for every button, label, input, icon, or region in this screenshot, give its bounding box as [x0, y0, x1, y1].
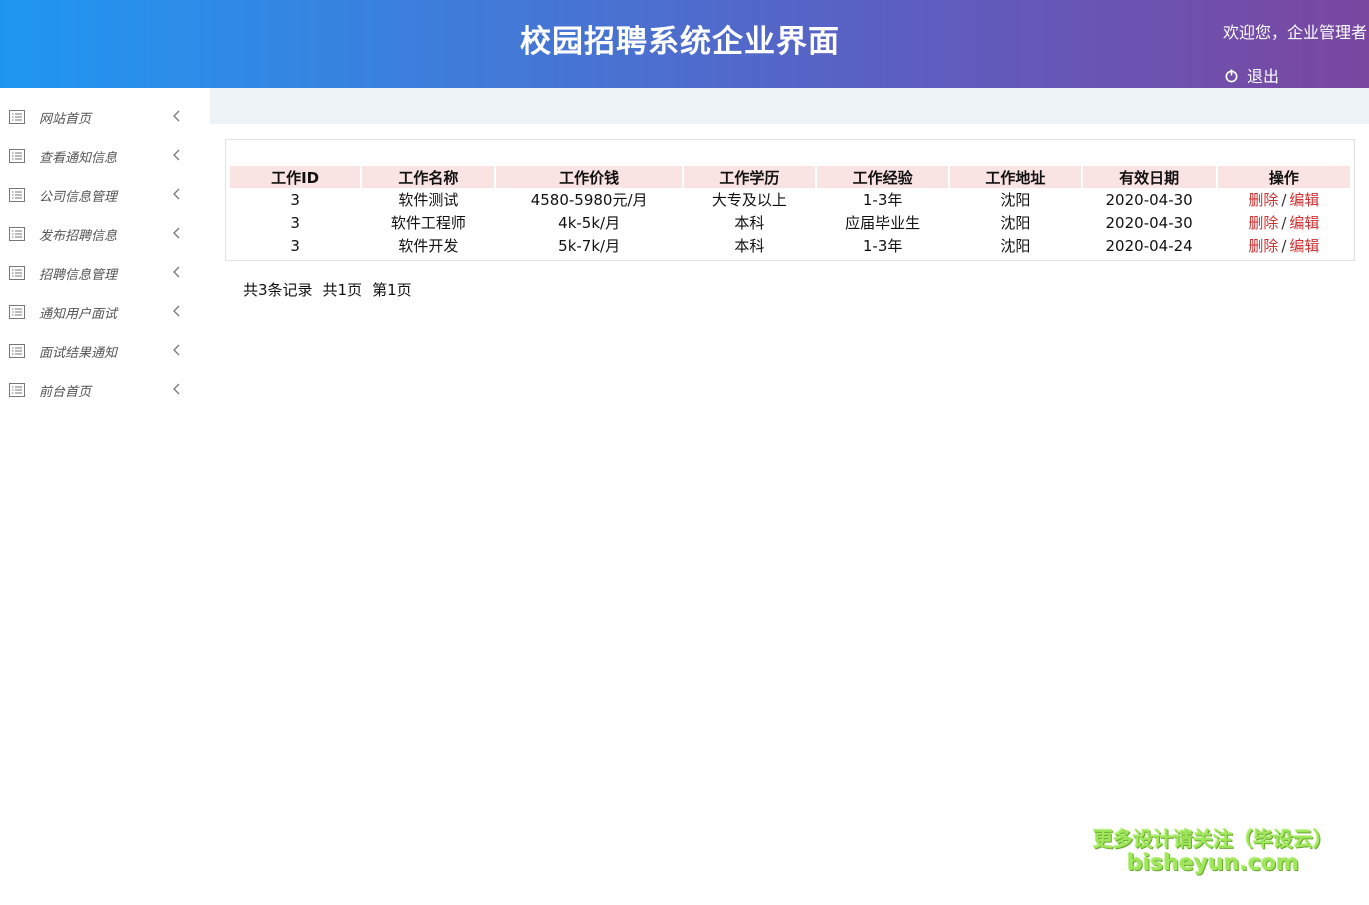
cell-salary: 5k-7k/月	[558, 237, 621, 255]
cell-education: 大专及以上	[711, 191, 787, 209]
cell-address: 沈阳	[1000, 237, 1031, 255]
list-icon	[9, 227, 25, 241]
current-page: 第1页	[372, 281, 412, 299]
sidebar-item-label: 公司信息管理	[39, 190, 118, 205]
cell-job-id: 3	[290, 190, 300, 209]
sidebar-item-notices[interactable]: 查看通知信息	[0, 137, 200, 176]
chevron-left-icon	[173, 149, 180, 161]
total-pages: 共1页	[322, 281, 363, 299]
cell-valid-date: 2020-04-30	[1105, 190, 1193, 209]
sidebar-item-label: 面试结果通知	[39, 346, 118, 361]
sidebar-item-label: 招聘信息管理	[39, 268, 118, 283]
cell-experience: 1-3年	[862, 191, 903, 209]
list-icon	[9, 110, 25, 124]
cell-actions: 删除 / 编辑	[1218, 211, 1350, 234]
cell-valid-date: 2020-04-24	[1105, 236, 1193, 255]
list-icon	[9, 188, 25, 202]
sidebar-item-interview-result[interactable]: 面试结果通知	[0, 332, 200, 371]
cell-experience: 1-3年	[862, 237, 903, 255]
chevron-left-icon	[173, 188, 180, 200]
app-root: 校园招聘系统企业界面 欢迎您，企业管理者 退出 网站首页 查看通知信息 公司信息…	[0, 0, 1369, 905]
cell-job-name: 软件开发	[398, 237, 459, 255]
list-icon	[9, 149, 25, 163]
cell-actions: 删除 / 编辑	[1218, 234, 1350, 257]
cell-job-id: 3	[290, 213, 300, 232]
delete-link[interactable]: 删除	[1248, 214, 1278, 232]
sidebar-item-job-management[interactable]: 招聘信息管理	[0, 254, 200, 293]
cell-job-name: 软件测试	[398, 191, 459, 209]
chevron-left-icon	[173, 305, 180, 317]
cell-salary: 4580-5980元/月	[530, 191, 648, 209]
cell-address: 沈阳	[1000, 191, 1031, 209]
logout-label: 退出	[1247, 67, 1280, 86]
list-icon	[9, 383, 25, 397]
sidebar-item-label: 前台首页	[39, 385, 92, 400]
watermark: 更多设计请关注（毕设云） bisheyun.com	[1083, 827, 1343, 877]
table-row: 3 软件开发 5k-7k/月 本科 1-3年 沈阳 2020-04-24 删除 /…	[230, 234, 1350, 257]
column-header-experience: 工作经验	[817, 166, 949, 188]
cell-address: 沈阳	[1000, 214, 1031, 232]
column-header-valid-date: 有效日期	[1082, 166, 1216, 188]
watermark-line1: 更多设计请关注（毕设云）	[1093, 827, 1333, 851]
sidebar-item-label: 发布招聘信息	[39, 229, 118, 244]
pagination: 共3条记录 共1页 第1页	[243, 279, 422, 300]
delete-link[interactable]: 删除	[1248, 237, 1278, 255]
total-records: 共3条记录	[243, 281, 313, 299]
column-header-salary: 工作价钱	[496, 166, 682, 188]
column-header-address: 工作地址	[950, 166, 1081, 188]
sidebar-item-label: 通知用户面试	[39, 307, 118, 322]
logout-button[interactable]: 退出	[1224, 63, 1279, 87]
table-row: 3 软件测试 4580-5980元/月 大专及以上 1-3年 沈阳 2020-0…	[230, 188, 1350, 211]
chevron-left-icon	[173, 344, 180, 356]
cell-job-name: 软件工程师	[390, 214, 466, 232]
job-list-panel: 工作ID 工作名称 工作价钱 工作学历 工作经验 工作地址 有效日期 操作 3 …	[225, 139, 1355, 261]
column-header-education: 工作学历	[683, 166, 816, 188]
table-header-row: 工作ID 工作名称 工作价钱 工作学历 工作经验 工作地址 有效日期 操作	[230, 166, 1350, 188]
action-separator: /	[1281, 237, 1287, 255]
cell-salary: 4k-5k/月	[558, 214, 621, 232]
column-header-job-name: 工作名称	[362, 166, 495, 188]
cell-actions: 删除 / 编辑	[1218, 188, 1350, 211]
sidebar-item-home[interactable]: 网站首页	[0, 98, 200, 137]
sidebar-item-publish-job[interactable]: 发布招聘信息	[0, 215, 200, 254]
sidebar: 网站首页 查看通知信息 公司信息管理 发布招聘信息 招聘信息管理 通知用户面试	[0, 88, 200, 905]
cell-valid-date: 2020-04-30	[1105, 213, 1193, 232]
cell-experience: 应届毕业生	[845, 214, 921, 232]
welcome-text: 欢迎您，企业管理者	[1222, 23, 1367, 42]
list-icon	[9, 266, 25, 280]
action-separator: /	[1281, 191, 1287, 209]
cell-job-id: 3	[290, 236, 300, 255]
column-header-job-id: 工作ID	[230, 166, 361, 188]
edit-link[interactable]: 编辑	[1289, 214, 1319, 232]
list-icon	[9, 305, 25, 319]
cell-education: 本科	[734, 237, 765, 255]
power-icon	[1225, 68, 1238, 82]
chevron-left-icon	[173, 110, 180, 122]
top-header: 校园招聘系统企业界面 欢迎您，企业管理者 退出	[0, 0, 1369, 88]
watermark-line2: bisheyun.com	[1126, 851, 1300, 876]
sidebar-item-label: 查看通知信息	[39, 151, 118, 166]
chevron-left-icon	[173, 227, 180, 239]
table-row: 3 软件工程师 4k-5k/月 本科 应届毕业生 沈阳 2020-04-30 删…	[230, 211, 1350, 234]
list-icon	[9, 344, 25, 358]
sidebar-item-company-info[interactable]: 公司信息管理	[0, 176, 200, 215]
edit-link[interactable]: 编辑	[1289, 191, 1319, 209]
delete-link[interactable]: 删除	[1248, 191, 1278, 209]
action-separator: /	[1281, 214, 1287, 232]
chevron-left-icon	[173, 266, 180, 278]
sidebar-item-notify-interview[interactable]: 通知用户面试	[0, 293, 200, 332]
sidebar-item-frontend-home[interactable]: 前台首页	[0, 371, 200, 410]
column-header-actions: 操作	[1217, 166, 1350, 188]
cell-education: 本科	[734, 214, 765, 232]
edit-link[interactable]: 编辑	[1289, 237, 1319, 255]
page-title: 校园招聘系统企业界面	[520, 24, 840, 60]
job-table: 工作ID 工作名称 工作价钱 工作学历 工作经验 工作地址 有效日期 操作 3 …	[228, 166, 1352, 257]
sidebar-item-label: 网站首页	[39, 112, 92, 127]
breadcrumb-bar	[210, 88, 1369, 124]
chevron-left-icon	[173, 383, 180, 395]
